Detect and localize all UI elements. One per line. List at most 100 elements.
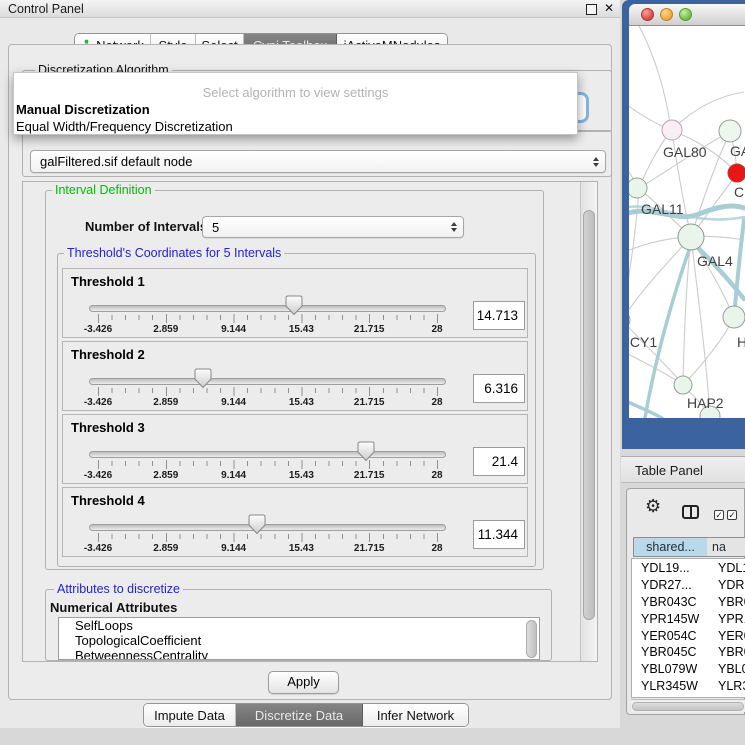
control-panel-titlebar: Control Panel ✕ xyxy=(0,0,620,18)
table-row[interactable]: YPR145WYPR1 xyxy=(632,611,745,628)
slider-ticks-major xyxy=(98,387,438,396)
table-panel-window: ⚙ ✓ ✓ shared... na YDL19...YDL1 YDR27...… xyxy=(626,488,745,715)
table-data-combobox[interactable]: galFiltered.sif default node xyxy=(30,150,606,173)
slider-tick-labels: -3.4262.8599.14415.4321.71528 xyxy=(98,470,437,482)
network-canvas: GAL80 GA C GAL11 GAL4 GCY1 H HAP2 xyxy=(629,26,745,418)
node-gcy1[interactable] xyxy=(629,311,630,329)
numerical-attributes-list: SelfLoops TopologicalCoefficient Between… xyxy=(58,617,540,660)
table-panel-title: Table Panel xyxy=(635,463,703,478)
threshold-4-panel: Threshold 4 -3.4262.8599.14415.4321.7152… xyxy=(62,487,528,557)
zoom-traffic-light-icon[interactable] xyxy=(679,8,692,21)
node-gal11[interactable] xyxy=(629,178,647,198)
table-row[interactable]: YER054CYER0 xyxy=(632,628,745,645)
group-title: Threshold's Coordinates for 5 Intervals xyxy=(64,246,284,261)
table-row[interactable]: YLR345WYLR3 xyxy=(632,678,745,695)
tab-infer-network[interactable]: Infer Network xyxy=(363,704,468,726)
threshold-label: Threshold 2 xyxy=(71,347,145,362)
threshold-1-panel: Threshold 1 -3.4262.8599.14415.4321.7152… xyxy=(62,268,528,338)
node-label: GAL80 xyxy=(663,144,707,160)
threshold-value-field[interactable] xyxy=(473,301,525,330)
table-row[interactable]: YIL05...YIL0 xyxy=(632,695,745,698)
slider-track[interactable] xyxy=(89,305,446,312)
table-row[interactable]: YBR045CYBR0 xyxy=(632,644,745,661)
popup-item-manual-discretization[interactable]: Manual Discretization xyxy=(16,102,150,117)
threshold-label: Threshold 4 xyxy=(71,493,145,508)
table-row[interactable]: YDL19...YDL1 xyxy=(632,560,745,577)
apply-button[interactable]: Apply xyxy=(268,671,339,694)
network-view-window: GAL80 GA C GAL11 GAL4 GCY1 H HAP2 xyxy=(622,0,745,449)
numerical-attributes-label: Numerical Attributes xyxy=(50,600,177,615)
node-gal80[interactable] xyxy=(662,120,682,140)
threshold-3-panel: Threshold 3 -3.4262.8599.14415.4321.7152… xyxy=(62,414,528,484)
algorithm-dropdown-popup: Select algorithm to view settings Manual… xyxy=(13,72,578,135)
number-of-intervals-combobox[interactable]: 5 xyxy=(202,216,464,238)
scrollbar-thumb[interactable] xyxy=(632,702,744,711)
slider-tick-labels: -3.4262.8599.14415.4321.71528 xyxy=(98,397,437,409)
network-edges xyxy=(629,26,744,415)
threshold-label: Threshold 1 xyxy=(71,274,145,289)
node-table: YDL19...YDL1 YDR27...YDR2 YBR043CYBR0 YP… xyxy=(631,558,745,698)
table-row[interactable]: YBR043CYBR0 xyxy=(632,594,745,611)
slider-ticks-major xyxy=(98,460,438,469)
float-window-icon[interactable] xyxy=(586,4,597,15)
node-red[interactable] xyxy=(728,164,745,182)
right-panel: GAL80 GA C GAL11 GAL4 GCY1 H HAP2 Table … xyxy=(621,0,745,745)
tab-impute-data[interactable]: Impute Data xyxy=(144,704,236,726)
scrollbar-thumb[interactable] xyxy=(583,210,595,620)
list-item[interactable]: BetweennessCentrality xyxy=(59,648,539,660)
threshold-2-panel: Threshold 2 -3.4262.8599.14415.4321.7152… xyxy=(62,341,528,411)
tab-discretize-data[interactable]: Discretize Data xyxy=(236,704,363,726)
threshold-value-field[interactable] xyxy=(473,447,525,476)
slider-handle[interactable] xyxy=(248,514,266,535)
number-of-intervals-label: Number of Intervals xyxy=(85,219,207,234)
close-icon[interactable]: ✕ xyxy=(602,0,616,16)
window-title: Control Panel xyxy=(8,2,84,16)
node-label: GCY1 xyxy=(629,334,657,350)
popup-item-equal-width-frequency[interactable]: Equal Width/Frequency Discretization xyxy=(16,119,233,134)
slider-track[interactable] xyxy=(89,524,446,531)
screen: Control Panel ✕ Network Style Select Cyn… xyxy=(0,0,745,745)
node-label: H xyxy=(737,334,745,350)
slider-handle[interactable] xyxy=(285,295,303,316)
table-panel-titlebar: Table Panel xyxy=(621,456,745,483)
node-label: GAL11 xyxy=(641,201,684,217)
node-h[interactable] xyxy=(723,306,745,328)
node-hap2[interactable] xyxy=(674,376,692,394)
node-label: GA xyxy=(730,143,745,159)
slider-ticks-major xyxy=(98,314,438,323)
column-header-shared-name[interactable]: shared... xyxy=(633,537,708,557)
vertical-scrollbar[interactable] xyxy=(580,182,597,661)
table-row[interactable]: YDR27...YDR2 xyxy=(632,577,745,594)
combo-stepper-icon xyxy=(593,157,599,167)
node-top-right[interactable] xyxy=(719,120,741,142)
network-nodes xyxy=(629,120,745,418)
group-title: Interval Definition xyxy=(52,183,155,198)
node-label: HAP2 xyxy=(687,395,724,411)
threshold-value-field[interactable] xyxy=(473,374,525,403)
combo-stepper-icon xyxy=(451,222,457,232)
table-row[interactable]: YBL079WYBL0 xyxy=(632,661,745,678)
horizontal-scrollbar[interactable] xyxy=(631,699,745,712)
checkbox-icon[interactable]: ✓ xyxy=(714,510,724,520)
minimize-traffic-light-icon[interactable] xyxy=(660,8,673,21)
checkbox-icon[interactable]: ✓ xyxy=(727,510,737,520)
slider-handle[interactable] xyxy=(357,441,375,462)
list-item[interactable]: TopologicalCoefficient xyxy=(59,633,539,648)
close-traffic-light-icon[interactable] xyxy=(641,8,654,21)
threshold-value-field[interactable] xyxy=(473,520,525,549)
list-item[interactable]: SelfLoops xyxy=(59,618,539,633)
network-window-titlebar xyxy=(629,4,745,26)
slider-tick-labels: -3.4262.8599.14415.4321.71528 xyxy=(98,324,437,336)
columns-icon[interactable] xyxy=(682,505,699,519)
slider-track[interactable] xyxy=(89,451,446,458)
gear-icon[interactable]: ⚙ xyxy=(645,496,661,517)
combo-placeholder-text: Select algorithm to view settings xyxy=(14,85,577,100)
slider-ticks-major xyxy=(98,533,438,542)
node-gal4[interactable] xyxy=(678,224,704,250)
slider-track[interactable] xyxy=(89,378,446,385)
column-header-name[interactable]: na xyxy=(707,537,745,557)
list-scrollbar-thumb[interactable] xyxy=(526,620,537,658)
node-label: GAL4 xyxy=(697,253,733,269)
slider-handle[interactable] xyxy=(194,368,212,389)
group-title: Attributes to discretize xyxy=(54,582,183,597)
